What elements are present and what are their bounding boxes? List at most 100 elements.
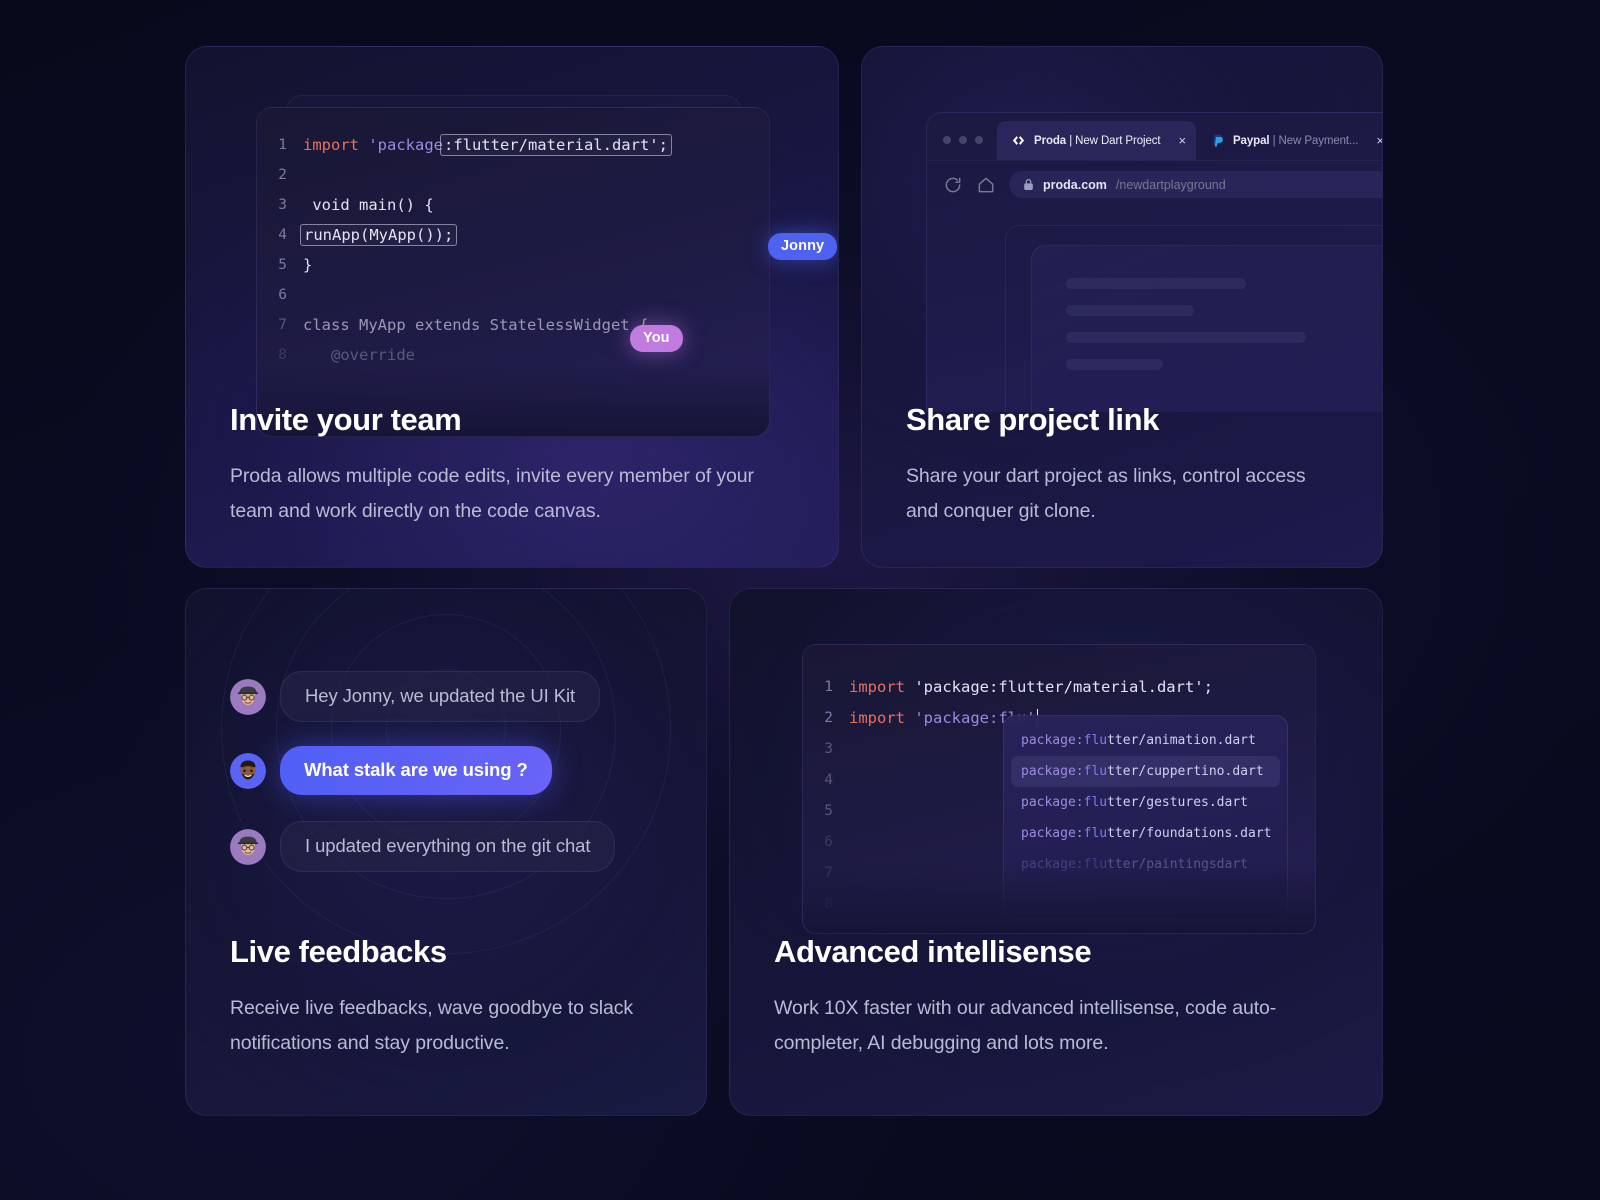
chat-bubble-1[interactable]: Hey Jonny, we updated the UI Kit — [280, 671, 601, 722]
window-minimize-dot[interactable] — [959, 136, 967, 144]
browser-tab-close-paypal[interactable]: × — [1376, 134, 1382, 147]
browser-tab-title-proda: Proda | New Dart Project — [1034, 134, 1161, 147]
line-number: 6 — [278, 287, 287, 303]
skeleton-line — [1066, 359, 1163, 370]
card-live-feedbacks: Hey Jonny, we updated the UI Kit What st… — [185, 588, 707, 1116]
suggestion-prefix: package: — [1021, 764, 1084, 779]
suggestion-rest: tter/cuppertino.dart — [1107, 764, 1264, 779]
line-number: 6 — [824, 833, 833, 850]
line-number: 1 — [278, 137, 287, 153]
card-description-intellisense: Work 10X faster with our advanced intell… — [774, 997, 1277, 1054]
card-title-intellisense: Advanced intellisense — [774, 934, 1092, 969]
home-icon[interactable] — [976, 175, 996, 195]
reload-icon[interactable] — [943, 175, 963, 195]
suggestion-prefix: package: — [1021, 826, 1084, 841]
line-number: 5 — [824, 802, 833, 819]
card-advanced-intellisense: 1 import 'package:flutter/material.dart'… — [729, 588, 1383, 1116]
suggestion-rest: tter/paintingsdart — [1107, 857, 1248, 872]
code-editor-intellisense[interactable]: 1 import 'package:flutter/material.dart'… — [802, 644, 1316, 934]
code-keyword: import — [303, 136, 369, 154]
browser-tab-paypal[interactable]: Paypal | New Payment... × — [1196, 121, 1382, 160]
suggestion-match: flu — [1083, 826, 1108, 841]
url-path: /newdartplayground — [1115, 177, 1226, 192]
suggestion-item-foundations[interactable]: package: flu tter/foundations.dart — [1011, 818, 1280, 849]
code-selection-jonny: :flutter/material.dart'; — [439, 134, 672, 156]
suggestion-match: flu — [1083, 764, 1108, 779]
line-number: 8 — [824, 895, 833, 912]
line-number: 3 — [824, 740, 833, 757]
suggestion-item-cuppertino[interactable]: package: flu tter/cuppertino.dart — [1011, 756, 1280, 787]
browser-tab-close-proda[interactable]: × — [1178, 134, 1186, 147]
code-text: } — [303, 256, 313, 274]
line-number: 2 — [824, 709, 833, 726]
suggestion-item-paintings[interactable]: package: flu tter/paintingsdart — [1011, 849, 1280, 880]
line-number: 2 — [278, 167, 287, 183]
code-editor-collaborative[interactable]: 1 import 'package :flutter/material.dart… — [256, 107, 770, 437]
suggestion-prefix: package: — [1021, 733, 1084, 748]
browser-tab-bar: Proda | New Dart Project × Paypal | New … — [927, 113, 1382, 160]
tab-title-bold: Paypal — [1232, 134, 1270, 147]
paypal-icon — [1213, 134, 1223, 147]
code-selection-you: runApp(MyApp()); — [300, 224, 458, 246]
url-host: proda.com — [1043, 177, 1107, 192]
message-row-3: I updated everything on the git chat — [230, 821, 616, 872]
suggestion-match: flu — [1083, 733, 1108, 748]
suggestion-rest: tter/gestures.dart — [1107, 795, 1248, 810]
code-string: 'package:flutter/material.dart'; — [914, 677, 1213, 696]
suggestion-prefix: package: — [1021, 857, 1084, 872]
lock-icon — [1024, 179, 1033, 190]
window-maximize-dot[interactable] — [975, 136, 983, 144]
browser-tab-proda[interactable]: Proda | New Dart Project × — [997, 121, 1196, 160]
skeleton-line — [1066, 278, 1246, 289]
line-number: 7 — [824, 864, 833, 881]
line-number: 7 — [278, 317, 287, 333]
cards-grid: 1 import 'package :flutter/material.dart… — [0, 0, 1600, 1200]
browser-page-content — [1005, 225, 1382, 412]
suggestion-rest: tter/animation.dart — [1107, 733, 1256, 748]
line-number: 5 — [278, 257, 287, 273]
card-title-invite: Invite your team — [230, 402, 462, 437]
intellisense-suggestion-popup[interactable]: package: flu tter/animation.dart package: f… — [1003, 715, 1288, 920]
card-share-project-link: Proda | New Dart Project × Paypal | New … — [861, 46, 1383, 568]
suggestion-item-animation[interactable]: package: flu tter/animation.dart — [1011, 725, 1280, 756]
suggestion-match: flu — [1083, 857, 1108, 872]
card-description-share: Share your dart project as links, contro… — [906, 465, 1306, 522]
cursor-label-jonny: Jonny — [768, 233, 838, 260]
cursor-label-you: You — [630, 325, 683, 352]
suggestion-rest: tter/foundations.dart — [1107, 826, 1272, 841]
chat-bubble-2[interactable]: What stalk are we using ? — [280, 746, 552, 795]
browser-window-mock: Proda | New Dart Project × Paypal | New … — [926, 112, 1382, 412]
tab-title-bold: Proda — [1034, 134, 1067, 147]
code-string: 'package — [368, 136, 443, 154]
window-close-dot[interactable] — [943, 136, 951, 144]
line-number: 4 — [278, 227, 287, 243]
avatar-glasses-cap — [230, 678, 266, 715]
code-text: class MyApp extends StatelessWidget { — [303, 316, 649, 334]
feature-cards-page: 1 import 'package :flutter/material.dart… — [0, 0, 1600, 1200]
card-title-share: Share project link — [906, 402, 1159, 437]
line-number: 3 — [278, 197, 287, 213]
line-number: 4 — [824, 771, 833, 788]
code-brackets-icon — [1012, 136, 1025, 145]
skeleton-line — [1066, 332, 1306, 343]
avatar-face-icon — [230, 828, 266, 865]
page-front-panel — [1031, 245, 1382, 412]
code-text: @override — [303, 346, 415, 364]
message-row-1: Hey Jonny, we updated the UI Kit — [230, 671, 601, 722]
chat-bubble-3[interactable]: I updated everything on the git chat — [280, 821, 616, 872]
line-number: 1 — [824, 678, 833, 695]
code-text: void main() { — [303, 196, 434, 214]
avatar-glasses-cap — [230, 828, 266, 865]
code-keyword: import — [849, 708, 915, 727]
card-title-feedback: Live feedbacks — [230, 934, 447, 969]
avatar-beard — [230, 752, 266, 789]
tab-title-rest: | New Payment... — [1269, 134, 1359, 147]
browser-address-bar[interactable]: proda.com/newdartplayground — [1009, 171, 1382, 198]
suggestion-match: flu — [1083, 795, 1108, 810]
avatar-face-icon — [230, 678, 266, 715]
suggestion-item-gestures[interactable]: package: flu tter/gestures.dart — [1011, 787, 1280, 818]
card-description-invite: Proda allows multiple code edits, invite… — [230, 465, 754, 522]
tab-title-rest: | New Dart Project — [1066, 134, 1161, 147]
avatar-face-icon — [230, 752, 266, 789]
browser-url-row: proda.com/newdartplayground — [927, 160, 1382, 208]
